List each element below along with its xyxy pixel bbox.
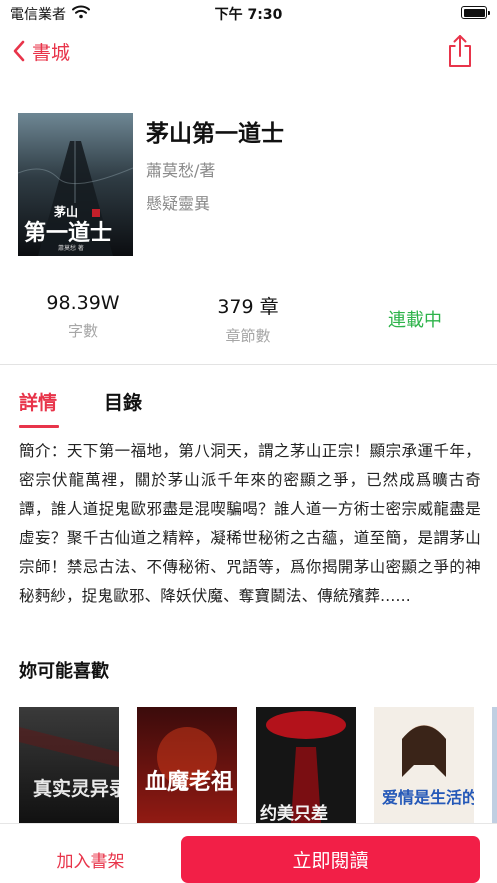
share-icon[interactable] (447, 34, 473, 68)
status-bar: 電信業者 下午 7:30 (0, 0, 497, 26)
book-author-row: 蕭莫愁/著 (146, 157, 215, 181)
svg-text:血魔老祖: 血魔老祖 (145, 769, 233, 795)
book-header: 茅山 第一道士 蕭莫愁 著 茅山第一道士 蕭莫愁/著 懸疑靈異 (0, 96, 497, 276)
nav-bar: 書城 (0, 26, 497, 76)
svg-text:第一道士: 第一道士 (24, 220, 112, 246)
svg-text:真实灵异录: 真实灵异录 (33, 777, 119, 800)
recommend-book-2[interactable]: 血魔老祖 (137, 707, 237, 823)
chapter-count-stat: 379 章 章節數 (178, 292, 318, 346)
book-category: 懸疑靈異 (146, 194, 211, 213)
stats-row: 98.39W 字數 379 章 章節數 連載中 (0, 292, 497, 354)
word-count-label: 字數 (67, 322, 98, 340)
read-now-button[interactable]: 立即閱讀 (181, 836, 480, 883)
recommend-title: 妳可能喜歡 (19, 661, 109, 682)
chapter-count-value: 379 章 (217, 296, 279, 318)
recommend-book-1[interactable]: 真实灵异录 (19, 707, 119, 823)
add-to-shelf-button[interactable]: 加入書架 (18, 836, 163, 882)
author-suffix: /著 (194, 161, 216, 180)
svg-text:蕭莫愁 著: 蕭莫愁 著 (58, 244, 84, 252)
tab-details[interactable]: 詳情 (19, 388, 57, 415)
serial-status: 連載中 (388, 310, 442, 331)
svg-text:约美只差: 约美只差 (260, 803, 328, 823)
recommend-list: 真实灵异录 血魔老祖 约美只差 爱情是生活的皮 (19, 707, 497, 823)
tabs: 詳情 目錄 (0, 380, 497, 430)
synopsis-text: 簡介：天下第一福地，第八洞天，謂之茅山正宗！顯宗承運千年，密宗伏龍萬裡，關於茅山… (19, 442, 481, 605)
recommend-book-5[interactable] (492, 707, 497, 823)
battery-icon (461, 6, 490, 19)
book-cover: 茅山 第一道士 蕭莫愁 著 (18, 113, 133, 256)
chapter-count-label: 章節數 (225, 327, 271, 345)
divider (0, 364, 497, 365)
back-button[interactable]: 書城 (12, 36, 70, 66)
word-count-stat: 98.39W 字數 (13, 292, 153, 341)
book-author: 蕭莫愁 (146, 161, 195, 180)
svg-text:茅山: 茅山 (54, 204, 78, 219)
cover-art: 茅山 第一道士 蕭莫愁 著 (18, 113, 133, 256)
word-count-value: 98.39W (46, 292, 120, 314)
back-label: 書城 (32, 41, 71, 64)
svg-text:爱情是生活的皮: 爱情是生活的皮 (382, 788, 474, 807)
tab-active-indicator (19, 425, 59, 428)
recommend-book-3[interactable]: 约美只差 (256, 707, 356, 823)
recommend-book-4[interactable]: 爱情是生活的皮 (374, 707, 474, 823)
book-title: 茅山第一道士 (146, 121, 284, 147)
bottom-bar: 加入書架 立即閱讀 (0, 823, 497, 883)
tab-catalog[interactable]: 目錄 (104, 388, 142, 415)
chevron-left-icon (13, 40, 25, 62)
status-time: 下午 7:30 (214, 7, 283, 23)
